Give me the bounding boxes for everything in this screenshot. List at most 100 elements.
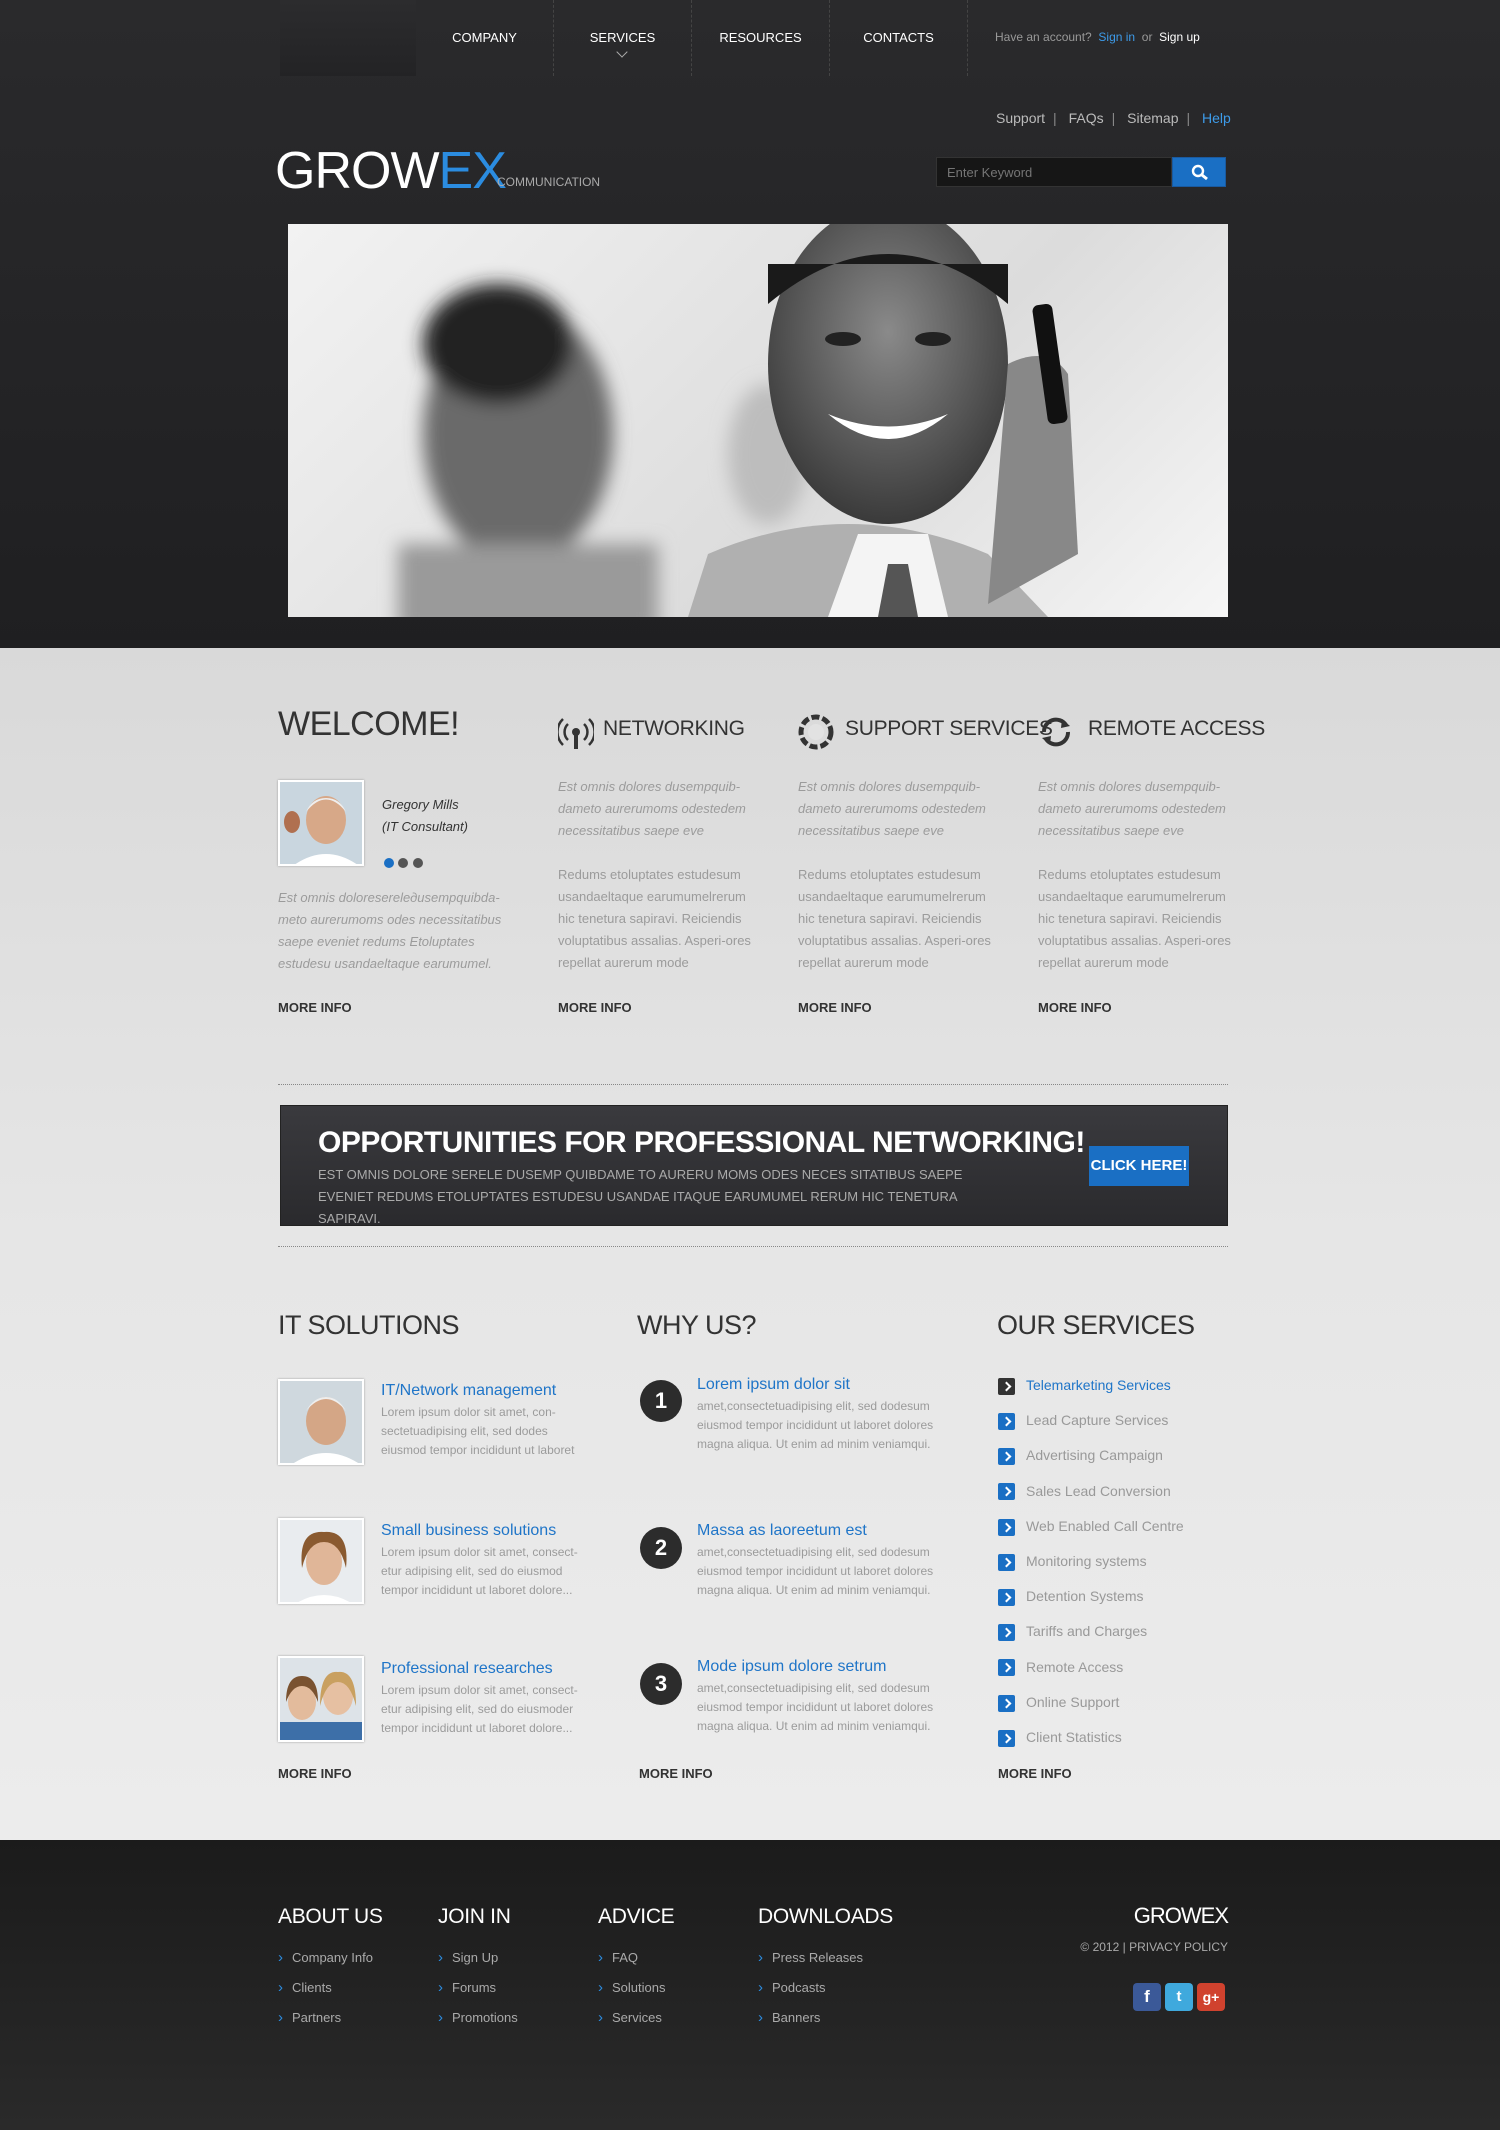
dot[interactable] xyxy=(412,858,423,868)
dot-active[interactable] xyxy=(384,858,394,868)
search-input[interactable] xyxy=(936,157,1172,187)
service-label: Lead Capture Services xyxy=(1026,1412,1169,1429)
footer-link[interactable]: Podcasts xyxy=(758,1979,825,1996)
it-thumb-3 xyxy=(278,1656,364,1742)
promo-banner: OPPORTUNITIES FOR PROFESSIONAL NETWORKIN… xyxy=(280,1105,1228,1226)
remote-title: REMOTE ACCESS xyxy=(1088,717,1265,740)
why-more-info[interactable]: MORE INFO xyxy=(639,1766,713,1781)
service-item[interactable]: Advertising Campaign xyxy=(998,1447,1163,1466)
footer-link[interactable]: Sign Up xyxy=(438,1949,498,1966)
arrow-right-icon xyxy=(998,1483,1015,1501)
why-item-title[interactable]: Massa as laoreetum est xyxy=(697,1522,867,1540)
nav-services-label: SERVICES xyxy=(589,30,656,45)
service-item[interactable]: Remote Access xyxy=(998,1659,1123,1677)
search-button[interactable] xyxy=(1172,157,1226,187)
arrow-right-icon xyxy=(998,1624,1015,1642)
signin-link[interactable]: Sign in xyxy=(1098,30,1135,44)
footer-link[interactable]: Clients xyxy=(278,1979,332,1996)
welcome-text: Est omnis doloreserelедusempquibda-meto … xyxy=(278,890,502,971)
our-services-title: OUR SERVICES xyxy=(997,1310,1195,1340)
service-item[interactable]: Lead Capture Services xyxy=(998,1412,1168,1430)
it-thumb-1 xyxy=(278,1379,364,1465)
arrow-right-icon xyxy=(998,1588,1015,1606)
footer-link[interactable]: FAQ xyxy=(598,1949,638,1966)
service-label: Sales Lead Conversion xyxy=(1026,1482,1171,1499)
welcome-title: WELCOME! xyxy=(278,705,460,743)
remote-more-info[interactable]: MORE INFO xyxy=(1038,1000,1112,1015)
brand-logo[interactable]: GROWEX xyxy=(275,141,507,201)
why-item-text: amet,consectetuadipising elit, sed dodes… xyxy=(697,1545,934,1597)
footer-link[interactable]: Services xyxy=(598,2009,662,2026)
service-label: Monitoring systems xyxy=(1026,1553,1147,1569)
service-item[interactable]: Sales Lead Conversion xyxy=(998,1483,1171,1501)
footer-col-title: ABOUT US xyxy=(278,1905,383,1928)
why-item-title[interactable]: Mode ipsum dolore setrum xyxy=(697,1658,886,1676)
nav-contacts[interactable]: CONTACTS xyxy=(830,0,968,76)
why-item-text: amet,consectetuadipising elit, sed dodes… xyxy=(697,1681,934,1733)
consultant-role: (IT Consultant) xyxy=(382,819,468,834)
sitemap-link[interactable]: Sitemap xyxy=(1127,110,1178,126)
signup-link[interactable]: Sign up xyxy=(1159,30,1200,44)
support-title: SUPPORT SERVICES xyxy=(845,717,1053,740)
services-more-info[interactable]: MORE INFO xyxy=(998,1766,1072,1781)
support-link[interactable]: Support xyxy=(996,110,1045,126)
footer-link[interactable]: Promotions xyxy=(438,2009,518,2026)
networking-lead: Est omnis dolores dusempquib-dameto aure… xyxy=(558,779,746,838)
footer xyxy=(0,1840,1500,2130)
remote-body: Redums etoluptates estudesum usandaeltaq… xyxy=(1038,867,1231,970)
it-item-title[interactable]: Small business solutions xyxy=(381,1522,556,1540)
footer-link[interactable]: Partners xyxy=(278,2009,341,2026)
networking-more-info[interactable]: MORE INFO xyxy=(558,1000,632,1015)
arrow-right-icon xyxy=(998,1377,1015,1395)
nav-resources[interactable]: RESOURCES xyxy=(692,0,830,76)
it-item-title[interactable]: IT/Network management xyxy=(381,1382,556,1400)
footer-link[interactable]: Solutions xyxy=(598,1979,665,1996)
google-plus-icon[interactable]: g+ xyxy=(1197,1983,1225,2011)
service-label: Telemarketing Services xyxy=(1026,1377,1171,1393)
networking-title: NETWORKING xyxy=(603,717,745,740)
divider xyxy=(278,1084,1228,1085)
arrow-right-icon xyxy=(998,1694,1015,1712)
it-more-info[interactable]: MORE INFO xyxy=(278,1766,352,1781)
footer-link[interactable]: Banners xyxy=(758,2009,820,2026)
service-item[interactable]: Web Enabled Call Centre xyxy=(998,1518,1184,1536)
faqs-link[interactable]: FAQs xyxy=(1069,110,1104,126)
twitter-icon[interactable]: t xyxy=(1165,1983,1193,2011)
divider xyxy=(278,1246,1228,1247)
it-thumb-2 xyxy=(278,1518,364,1604)
dot[interactable] xyxy=(398,858,409,868)
service-item[interactable]: Monitoring systems xyxy=(998,1553,1147,1571)
click-here-button[interactable]: CLICK HERE! xyxy=(1089,1146,1189,1186)
service-item[interactable]: Detention Systems xyxy=(998,1588,1144,1606)
service-item[interactable]: Client Statistics xyxy=(998,1729,1122,1747)
it-item-title[interactable]: Professional researches xyxy=(381,1660,553,1678)
consultant-avatar xyxy=(278,780,364,866)
consultant-name: Gregory Mills xyxy=(382,797,459,812)
hero-image xyxy=(288,224,1228,617)
it-item-text: Lorem ipsum dolor sit amet, consect-etur… xyxy=(381,1683,578,1735)
support-more-info[interactable]: MORE INFO xyxy=(798,1000,872,1015)
service-item[interactable]: Tariffs and Charges xyxy=(998,1623,1147,1642)
facebook-icon[interactable]: f xyxy=(1133,1983,1161,2011)
logo-placeholder xyxy=(280,0,416,76)
why-item-text: amet,consectetuadipising elit, sed dodes… xyxy=(697,1399,934,1451)
account-or: or xyxy=(1141,30,1153,44)
footer-link[interactable]: Company Info xyxy=(278,1949,373,1966)
help-link[interactable]: Help xyxy=(1202,110,1231,126)
footer-link[interactable]: Forums xyxy=(438,1979,496,1996)
why-item-title[interactable]: Lorem ipsum dolor sit xyxy=(697,1376,850,1394)
service-label: Online Support xyxy=(1026,1693,1120,1710)
footer-logo[interactable]: GROWEX xyxy=(1134,1903,1229,1929)
footer-link[interactable]: Press Releases xyxy=(758,1949,863,1966)
brand-name-b: EX xyxy=(438,142,507,200)
service-item[interactable]: Telemarketing Services xyxy=(998,1377,1171,1395)
brand-name-a: GROW xyxy=(275,142,440,200)
welcome-more-info[interactable]: MORE INFO xyxy=(278,1000,352,1015)
nav-services[interactable]: SERVICES xyxy=(554,0,692,76)
copyright: © 2012 | PRIVACY POLICY xyxy=(1080,1940,1228,1954)
service-item[interactable]: Online Support xyxy=(998,1694,1119,1712)
service-label: Advertising Campaign xyxy=(1026,1447,1163,1464)
arrow-right-icon xyxy=(998,1448,1015,1466)
brand-tagline: COMMUNICATION xyxy=(497,175,601,189)
nav-company[interactable]: COMPANY xyxy=(416,0,554,76)
